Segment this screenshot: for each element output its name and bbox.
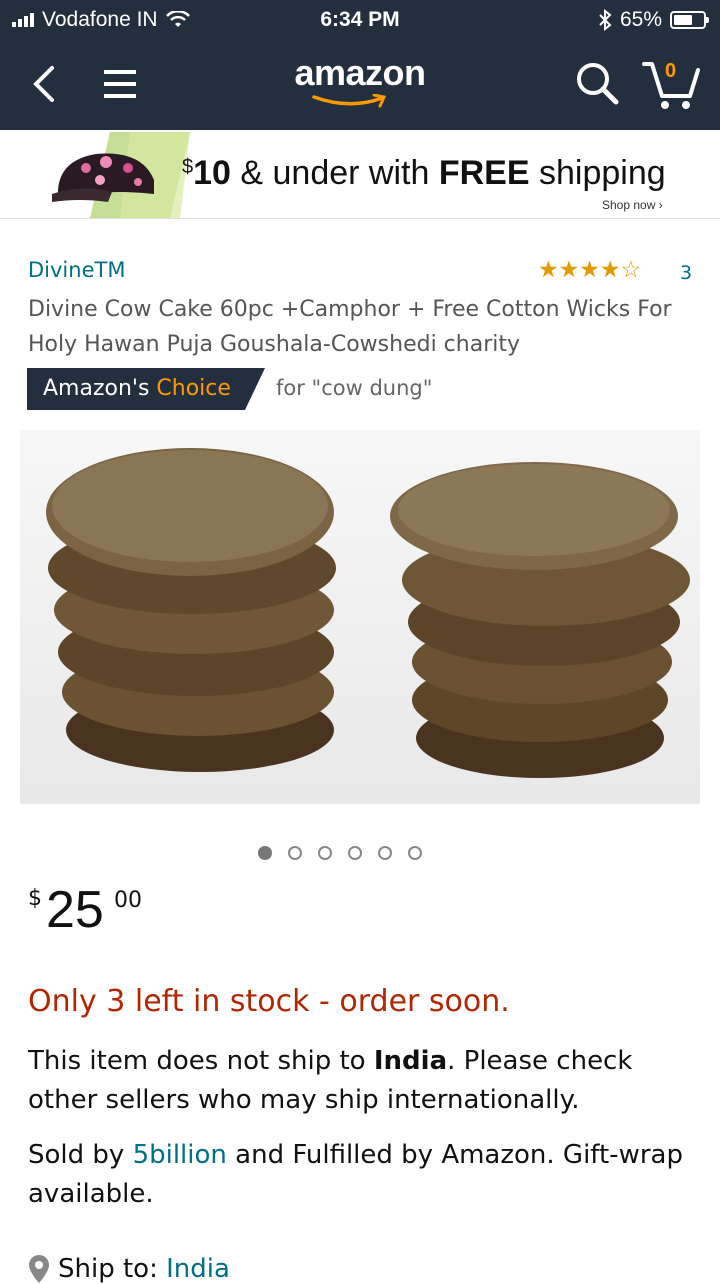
star-empty-icon: ☆ <box>620 257 642 283</box>
floral-cap-image <box>52 132 190 218</box>
badge-highlight: Choice <box>156 376 231 401</box>
shipping-prefix: This item does not ship to <box>28 1046 374 1076</box>
battery-percent: 65% <box>619 8 662 31</box>
banner-currency: $ <box>182 156 194 178</box>
price-currency: $ <box>28 886 42 911</box>
bluetooth-icon <box>599 9 612 31</box>
top-nav-bar: amazon 0 <box>0 40 720 130</box>
carousel-dot[interactable] <box>318 846 332 860</box>
cart-count: 0 <box>665 60 677 82</box>
amazon-logo[interactable]: amazon <box>260 52 460 112</box>
brand-link[interactable]: DivineTM <box>28 258 125 282</box>
hamburger-menu-icon[interactable] <box>100 64 140 104</box>
product-title: Divine Cow Cake 60pc +Camphor + Free Cot… <box>28 297 672 357</box>
carousel-dot[interactable] <box>408 846 422 860</box>
badge-keyword: for "cow dung" <box>276 376 433 400</box>
banner-middle: & under with <box>230 154 439 192</box>
promo-banner[interactable]: $10 & under with FREE shipping Shop now … <box>0 130 720 219</box>
stock-status: Only 3 left in stock - order soon. <box>28 984 510 1019</box>
badge-prefix: Amazon's <box>43 376 157 401</box>
amazons-choice-badge: Amazon's Choice <box>27 368 265 410</box>
shipping-country: India <box>373 1046 448 1076</box>
amazon-logo-text: amazon <box>294 52 426 93</box>
amazon-smile-icon <box>312 94 387 108</box>
star-full-icon: ★ <box>538 257 559 283</box>
right-cake-stack <box>390 462 690 778</box>
shop-now-link[interactable]: Shop now › <box>602 198 663 212</box>
seller-prefix: Sold by <box>28 1140 133 1170</box>
shipping-notice: This item does not ship to India. Please… <box>28 1042 688 1120</box>
back-chevron-icon[interactable] <box>26 62 66 106</box>
carousel-dot[interactable] <box>378 846 392 860</box>
banner-headline: $10 & under with FREE shipping <box>182 154 666 193</box>
carousel-dot[interactable] <box>258 846 272 860</box>
star-full-icon: ★ <box>579 257 600 283</box>
banner-amount: 10 <box>193 154 231 192</box>
price-fraction: 00 <box>114 888 142 913</box>
rating-count[interactable]: 3 <box>680 262 692 284</box>
status-right: 65% <box>598 8 709 32</box>
badge-label: Amazon's Choice <box>43 376 231 401</box>
left-cake-stack <box>46 448 336 772</box>
seller-info: Sold by 5billion and Fulfilled by Amazon… <box>28 1136 688 1214</box>
battery-icon <box>670 11 709 29</box>
rating-stars[interactable]: ★ ★ ★ ★ ☆ <box>538 258 641 282</box>
carousel-dot[interactable] <box>348 846 362 860</box>
price-whole: 25 <box>46 881 104 939</box>
cart-button[interactable]: 0 <box>640 56 702 112</box>
seller-link[interactable]: 5billion <box>133 1140 227 1170</box>
image-carousel-dots[interactable] <box>258 846 422 860</box>
star-full-icon: ★ <box>558 257 580 283</box>
search-icon[interactable] <box>572 58 622 108</box>
banner-free: FREE <box>438 154 530 192</box>
battery-level <box>674 15 692 25</box>
banner-end: shipping <box>529 154 666 192</box>
star-full-icon: ★ <box>599 257 621 283</box>
product-image[interactable] <box>20 430 700 804</box>
carousel-dot[interactable] <box>288 846 302 860</box>
status-bar: Vodafone IN 6:34 PM 65% <box>0 0 720 40</box>
